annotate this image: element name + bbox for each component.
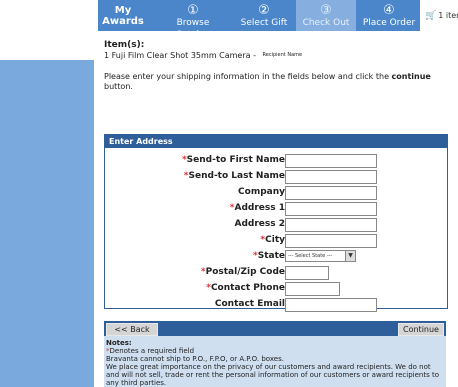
tab-check-out-label: Check Out <box>302 18 350 28</box>
field-contact-phone: *Contact Phone <box>105 282 447 296</box>
step-2-icon: ② <box>258 3 270 18</box>
contact-email-label-text: Contact Email <box>214 299 285 309</box>
button-bar: << Back Continue <box>104 321 446 336</box>
cart-link[interactable]: 🛒1 item <box>425 0 458 31</box>
left-panel <box>0 0 94 387</box>
field-address-2: Address 2 <box>105 218 447 232</box>
last-name-label: *Send-to Last Name <box>184 170 285 182</box>
main-content: Item(s): 1 Fuji Film Clear Shot 35mm Cam… <box>104 40 458 92</box>
instructions-post: button. <box>104 82 133 91</box>
enter-address-panel: Enter Address *Send-to First Name *Send-… <box>104 134 448 312</box>
tab-place-order[interactable]: ④ Place Order <box>360 0 418 31</box>
first-name-input[interactable] <box>285 154 377 168</box>
notes-po-box: Bravanta cannot ship to P.O., F.P.O, or … <box>106 355 284 363</box>
step-tabs: My Awards ① Browse Catalog ② Select Gift… <box>98 0 420 40</box>
tab-browse-catalog-label: Browse Catalog <box>175 18 211 40</box>
field-company: Company <box>105 186 447 200</box>
notes-heading: Notes: <box>106 339 132 347</box>
tab-select-gift-label: Select Gift <box>240 18 288 28</box>
items-heading: Item(s): <box>104 40 145 50</box>
company-label-text: Company <box>238 187 285 197</box>
notes-panel: Notes: *Denotes a required field Bravant… <box>104 336 446 387</box>
item-line: 1 Fuji Film Clear Shot 35mm Camera - Rec… <box>104 50 458 61</box>
tab-browse-catalog[interactable]: ① Browse Catalog <box>158 0 228 40</box>
notes-required: *Denotes a required field <box>106 347 444 355</box>
step-4-icon: ④ <box>383 3 395 18</box>
enter-address-title: Enter Address <box>105 135 447 148</box>
address-1-input[interactable] <box>285 202 377 216</box>
instructions-continue-word: continue <box>391 72 431 81</box>
contact-email-label: Contact Email <box>215 298 285 310</box>
state-select[interactable]: --- Select State --- ▼ <box>285 250 356 262</box>
item-separator: - <box>253 51 256 60</box>
field-contact-email: Contact Email <box>105 298 447 312</box>
company-label: Company <box>238 186 285 198</box>
back-button[interactable]: << Back <box>106 323 158 336</box>
field-postal-code: *Postal/Zip Code <box>105 266 447 280</box>
last-name-input[interactable] <box>285 170 377 184</box>
address-2-input[interactable] <box>285 218 377 232</box>
postal-code-input[interactable] <box>285 266 329 280</box>
tab-place-order-label: Place Order <box>362 18 416 28</box>
state-label-text: State <box>257 251 285 261</box>
notes-privacy: We place great importance on the privacy… <box>106 363 440 387</box>
tab-my-awards-line1: My <box>114 5 132 16</box>
instructions: Please enter your shipping information i… <box>104 72 454 92</box>
tab-my-awards-line2: Awards <box>102 16 144 27</box>
postal-code-label-text: Postal/Zip Code <box>205 267 285 277</box>
field-city: *City <box>105 234 447 248</box>
chevron-down-icon[interactable]: ▼ <box>345 251 355 261</box>
instructions-pre: Please enter your shipping information i… <box>104 72 392 81</box>
last-name-label-text: Send-to Last Name <box>188 171 285 181</box>
postal-code-label: *Postal/Zip Code <box>201 266 285 278</box>
address-2-label: Address 2 <box>234 218 285 230</box>
city-input[interactable] <box>285 234 377 248</box>
tab-my-awards[interactable]: My Awards <box>98 0 148 31</box>
address-1-label: *Address 1 <box>230 202 285 214</box>
item-name: 1 Fuji Film Clear Shot 35mm Camera <box>104 51 251 60</box>
first-name-label-text: Send-to First Name <box>186 155 285 165</box>
continue-button[interactable]: Continue <box>398 323 444 336</box>
tab-select-gift[interactable]: ② Select Gift <box>236 0 292 31</box>
city-label: *City <box>260 234 285 246</box>
left-panel-blue <box>0 60 94 387</box>
top-nav: My Awards ① Browse Catalog ② Select Gift… <box>98 0 458 40</box>
recipient-name-label: Recipient Name <box>262 52 303 58</box>
cart-count: 1 item <box>438 11 458 20</box>
field-address-1: *Address 1 <box>105 202 447 216</box>
first-name-label: *Send-to First Name <box>182 154 285 166</box>
contact-phone-label-text: Contact Phone <box>210 283 285 293</box>
contact-phone-input[interactable] <box>285 282 340 296</box>
notes-required-text: Denotes a required field <box>109 347 195 355</box>
company-input[interactable] <box>285 186 377 200</box>
state-select-value: --- Select State --- <box>288 253 333 259</box>
step-3-icon: ③ <box>320 3 332 18</box>
contact-phone-label: *Contact Phone <box>206 282 285 294</box>
field-state: *State --- Select State --- ▼ <box>105 250 447 262</box>
address-1-label-text: Address 1 <box>234 203 285 213</box>
step-1-icon: ① <box>187 3 199 18</box>
contact-email-input[interactable] <box>285 298 377 312</box>
address-2-label-text: Address 2 <box>234 219 285 229</box>
city-label-text: City <box>265 235 285 245</box>
field-first-name: *Send-to First Name <box>105 154 447 168</box>
state-label: *State <box>253 250 285 262</box>
field-last-name: *Send-to Last Name <box>105 170 447 184</box>
tab-check-out[interactable]: ③ Check Out <box>296 0 356 31</box>
cart-icon: 🛒 <box>425 11 437 21</box>
